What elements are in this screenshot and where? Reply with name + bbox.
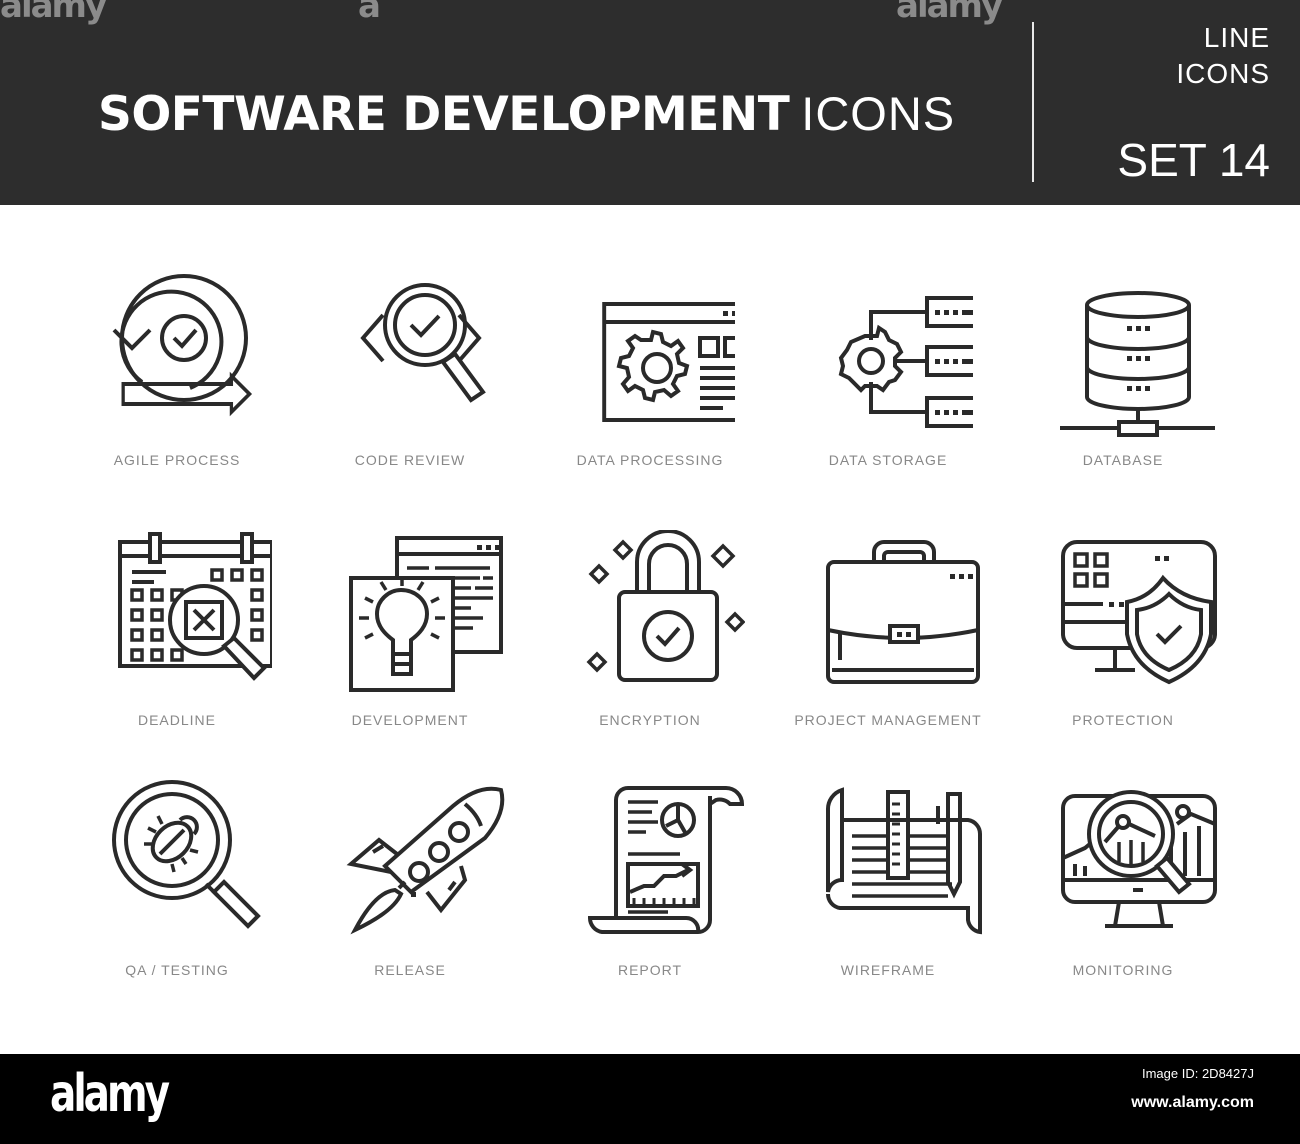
watermark: a bbox=[358, 0, 381, 26]
page-title: SOFTWARE DEVELOPMENT ICONS bbox=[98, 84, 955, 145]
release-icon bbox=[346, 786, 505, 935]
agile-process-icon bbox=[112, 274, 253, 417]
tag-line-2: ICONS bbox=[1176, 58, 1270, 89]
icon-style-tag: LINE ICONS bbox=[1176, 20, 1270, 92]
report-icon bbox=[587, 786, 745, 934]
code-review-icon bbox=[360, 283, 486, 403]
icon-card: DATA STORAGE bbox=[773, 270, 1003, 468]
icon-label: RELEASE bbox=[374, 962, 446, 978]
icon-label: DATABASE bbox=[1082, 452, 1164, 468]
monitoring-icon bbox=[1061, 790, 1217, 928]
data-processing-icon bbox=[602, 302, 735, 422]
icon-card: ENCRYPTION bbox=[535, 530, 765, 728]
database-icon bbox=[1060, 291, 1215, 437]
icon-label: REPORT bbox=[617, 962, 683, 978]
title-bold: SOFTWARE DEVELOPMENT bbox=[98, 87, 790, 142]
icon-label: DEVELOPMENT bbox=[351, 712, 469, 728]
icon-card: PROTECTION bbox=[1008, 530, 1238, 728]
icon-label: AGILE PROCESS bbox=[113, 452, 241, 468]
image-id: Image ID: 2D8427J bbox=[1141, 1066, 1254, 1081]
header-banner: alamy a alamy SOFTWARE DEVELOPMENT ICONS … bbox=[0, 0, 1300, 205]
icon-card: AGILE PROCESS bbox=[62, 270, 292, 468]
watermark: alamy bbox=[896, 0, 1003, 26]
deadline-icon bbox=[118, 532, 272, 681]
set-number: SET 14 bbox=[1117, 134, 1270, 186]
footer-bar: alamy Image ID: 2D8427J www.alamy.com bbox=[0, 1054, 1300, 1144]
icon-label: WIREFRAME bbox=[840, 962, 936, 978]
icon-label: MONITORING bbox=[1072, 962, 1174, 978]
qa-testing-icon bbox=[112, 780, 261, 929]
project-management-icon bbox=[826, 540, 980, 684]
tag-line-1: LINE bbox=[1203, 22, 1270, 53]
icon-card: MONITORING bbox=[1008, 780, 1238, 978]
icon-card: WIREFRAME bbox=[773, 780, 1003, 978]
icon-card: DEADLINE bbox=[62, 530, 292, 728]
data-storage-icon bbox=[838, 296, 973, 428]
icon-label: PROJECT MANAGEMENT bbox=[794, 712, 982, 728]
encryption-icon bbox=[586, 530, 745, 682]
title-light: ICONS bbox=[801, 87, 956, 140]
icon-card: REPORT bbox=[535, 780, 765, 978]
icon-label: ENCRYPTION bbox=[599, 712, 701, 728]
watermark: alamy bbox=[0, 0, 107, 26]
wireframe-icon bbox=[825, 787, 983, 935]
development-icon bbox=[349, 536, 503, 692]
icon-label: DATA PROCESSING bbox=[576, 452, 724, 468]
footer-url[interactable]: www.alamy.com bbox=[1131, 1094, 1254, 1112]
header-divider bbox=[1032, 22, 1034, 182]
icon-label: CODE REVIEW bbox=[354, 452, 466, 468]
icon-label: DATA STORAGE bbox=[828, 452, 948, 468]
icon-label: PROTECTION bbox=[1072, 712, 1174, 728]
icon-label: QA / TESTING bbox=[125, 962, 229, 978]
icon-card: DEVELOPMENT bbox=[295, 530, 525, 728]
icon-card: DATA PROCESSING bbox=[535, 270, 765, 468]
protection-icon bbox=[1061, 540, 1217, 685]
icon-card: CODE REVIEW bbox=[295, 270, 525, 468]
icon-card: QA / TESTING bbox=[62, 780, 292, 978]
icon-label: DEADLINE bbox=[137, 712, 217, 728]
icon-card: PROJECT MANAGEMENT bbox=[773, 530, 1003, 728]
icon-card: RELEASE bbox=[295, 780, 525, 978]
alamy-logo: alamy bbox=[50, 1064, 170, 1124]
icon-card: DATABASE bbox=[1008, 270, 1238, 468]
